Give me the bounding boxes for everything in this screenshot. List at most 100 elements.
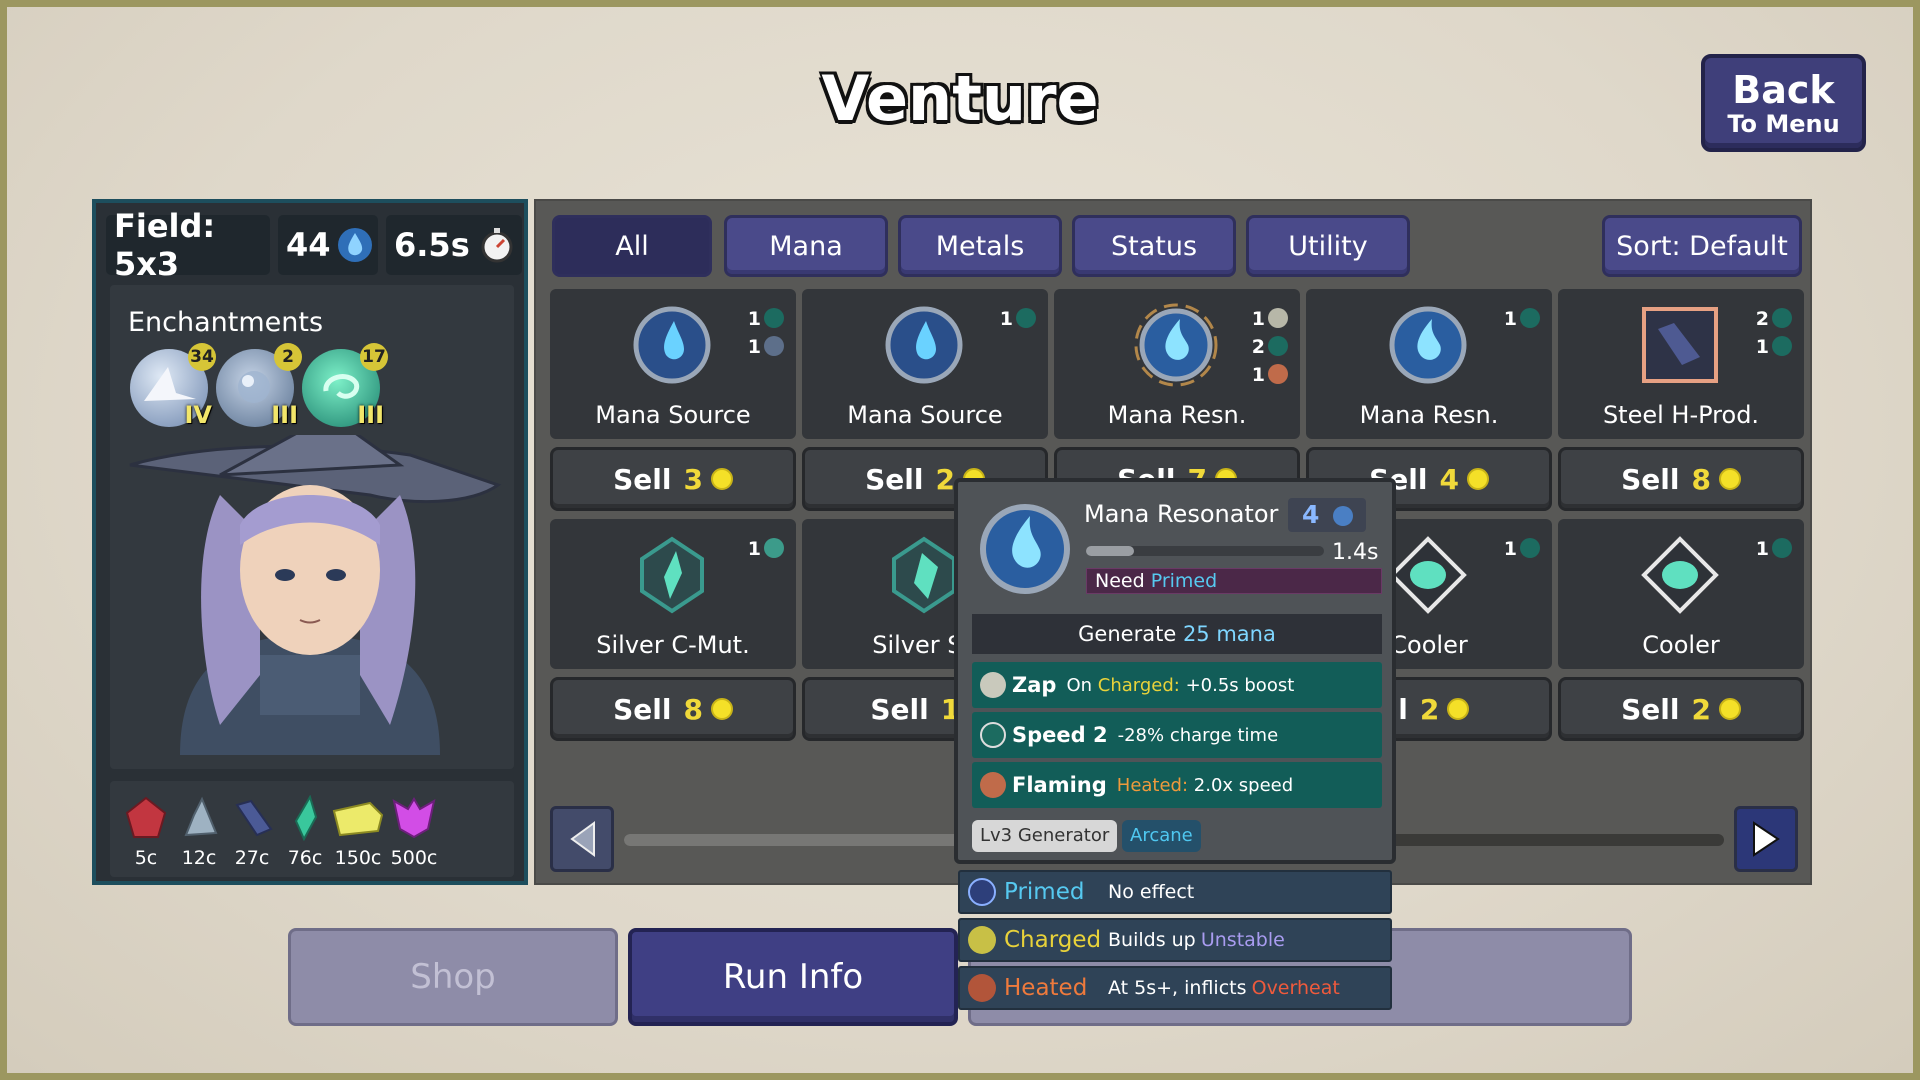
prev-page-button[interactable] [550, 806, 614, 872]
item-card-steel-h-prod[interactable]: 21 Steel H-Prod. [1558, 289, 1804, 439]
orb-icon[interactable]: 2 III [216, 343, 302, 429]
hourglass-icon [980, 722, 1006, 748]
material-blue-bar[interactable]: 27c [224, 795, 280, 869]
generate-line: Generate 25 mana [972, 614, 1382, 654]
material-price: 76c [287, 847, 323, 869]
keyword-desc: Builds up [1108, 929, 1196, 951]
tab-utility[interactable]: Utility [1246, 215, 1410, 277]
back-to-menu-button[interactable]: Back To Menu [1701, 54, 1866, 152]
item-card-mana-source[interactable]: 11 Mana Source [550, 289, 796, 439]
item-tooltip: Mana Resonator 4 1.4s Need Primed Genera… [954, 478, 1396, 864]
sort-label: Sort: Default [1616, 230, 1788, 262]
sell-label: Sell [1621, 462, 1680, 496]
item-card-cooler[interactable]: 1 Cooler [1558, 519, 1804, 669]
swirl-icon[interactable]: 17 III [302, 343, 388, 429]
need-keyword: Primed [1150, 570, 1218, 592]
tab-label: Utility [1288, 230, 1368, 262]
generate-label: Generate [1078, 622, 1177, 646]
item-card-mana-resonator[interactable]: 1 Mana Resn. [1306, 289, 1552, 439]
sell-price: 2 [1691, 692, 1711, 726]
purple-gem-icon [392, 797, 436, 839]
mana-resonator-icon [1389, 306, 1467, 384]
sell-label: Sell [1621, 692, 1680, 726]
hourglass-icon [1016, 308, 1036, 328]
silver-crystal-icon [640, 536, 704, 614]
tag-count: 1 [1755, 336, 1769, 358]
effect-name: Speed 2 [1012, 723, 1108, 747]
tab-label: Mana [769, 230, 843, 262]
sell-button[interactable]: Sell 2 [1558, 677, 1804, 741]
card-name: Mana Resn. [1359, 401, 1499, 429]
arrow-icon [1772, 308, 1792, 328]
generate-value: 25 mana [1182, 622, 1276, 646]
back-label: Back [1732, 68, 1835, 112]
tab-metals[interactable]: Metals [898, 215, 1062, 277]
primed-icon [968, 878, 996, 906]
keyword-name: Primed [1004, 879, 1085, 905]
card-tags: 1 2 1 [1252, 305, 1288, 389]
hat-icon[interactable]: 34 IV [130, 343, 216, 429]
effect-prefix: On [1066, 674, 1093, 696]
effect-row-flaming: Flaming Heated: 2.0x speed [972, 762, 1382, 808]
requirement-banner: Need Primed [1086, 568, 1382, 594]
heated-icon [968, 974, 996, 1002]
field-size-stat: Field: 5x3 [106, 207, 270, 283]
field-size-label: Field: 5x3 [114, 207, 216, 283]
charged-icon [968, 926, 996, 954]
card-name: Silver C-Mut. [596, 631, 750, 659]
keyword-name: Heated [1004, 975, 1088, 1001]
enchant-tier: IV [184, 401, 212, 429]
tab-mana[interactable]: Mana [724, 215, 888, 277]
sell-button[interactable]: Sell 3 [550, 447, 796, 511]
flame-icon [1268, 364, 1288, 384]
charge-time: 1.4s [1332, 540, 1379, 565]
coin-icon [1447, 698, 1470, 720]
card-tags: 1 [1504, 305, 1540, 333]
item-card-mana-source[interactable]: 1 Mana Source [802, 289, 1048, 439]
item-card-mana-resonator[interactable]: 1 2 1 Mana Resn. [1054, 289, 1300, 439]
type-chip: Arcane [1122, 820, 1201, 852]
mana-source-icon [885, 306, 963, 384]
card-name: Mana Source [595, 401, 751, 429]
tab-status[interactable]: Status [1072, 215, 1236, 277]
card-tags: 1 [1504, 535, 1540, 563]
green-crystal-icon [294, 794, 318, 842]
hourglass-icon [1520, 308, 1540, 328]
material-gold-ingot[interactable]: 150c [330, 795, 386, 869]
cooler-icon [1389, 536, 1467, 614]
material-price: 12c [181, 847, 217, 869]
sort-button[interactable]: Sort: Default [1602, 215, 1802, 277]
enchant-tier: III [271, 401, 298, 429]
next-page-button[interactable] [1734, 806, 1798, 872]
keyword-desc: At 5s+, inflicts [1108, 977, 1247, 999]
sell-button[interactable]: Sell 8 [1558, 447, 1804, 511]
tag-count: 2 [1755, 308, 1769, 330]
cooler-icon [1641, 536, 1719, 614]
material-purple-gem[interactable]: 500c [386, 795, 442, 869]
sell-price: 2 [1419, 692, 1440, 726]
sell-label: Sell [613, 692, 672, 726]
material-red-gem[interactable]: 5c [118, 795, 174, 869]
keyword-link: Unstable [1200, 929, 1285, 951]
red-gem-icon [125, 796, 167, 838]
sell-price: 2 [935, 462, 955, 496]
item-card-silver-c-mut[interactable]: 1 Silver C-Mut. [550, 519, 796, 669]
tab-all[interactable]: All [552, 215, 712, 277]
sell-label: Sell [613, 462, 672, 496]
material-price: 5c [134, 847, 158, 869]
material-steel-shard[interactable]: 12c [171, 795, 227, 869]
keyword-link: Overheat [1251, 977, 1340, 999]
tag-count: 1 [1251, 364, 1265, 386]
tag-count: 1 [999, 308, 1013, 330]
tooltip-title: Mana Resonator [1084, 500, 1279, 528]
tab-label: All [615, 230, 649, 262]
scroll-thumb[interactable] [624, 834, 984, 846]
enchantments-title: Enchantments [128, 307, 324, 338]
run-info-button[interactable]: Run Info [628, 928, 958, 1026]
charge-progress-bar [1086, 546, 1324, 556]
sell-button[interactable]: Sell 8 [550, 677, 796, 741]
materials-bar: 5c 12c 27c 76c 150c 500c [110, 781, 514, 877]
shop-button[interactable]: Shop [288, 928, 618, 1026]
gold-ingot-icon [332, 801, 384, 837]
material-green-crystal[interactable]: 76c [277, 794, 333, 869]
